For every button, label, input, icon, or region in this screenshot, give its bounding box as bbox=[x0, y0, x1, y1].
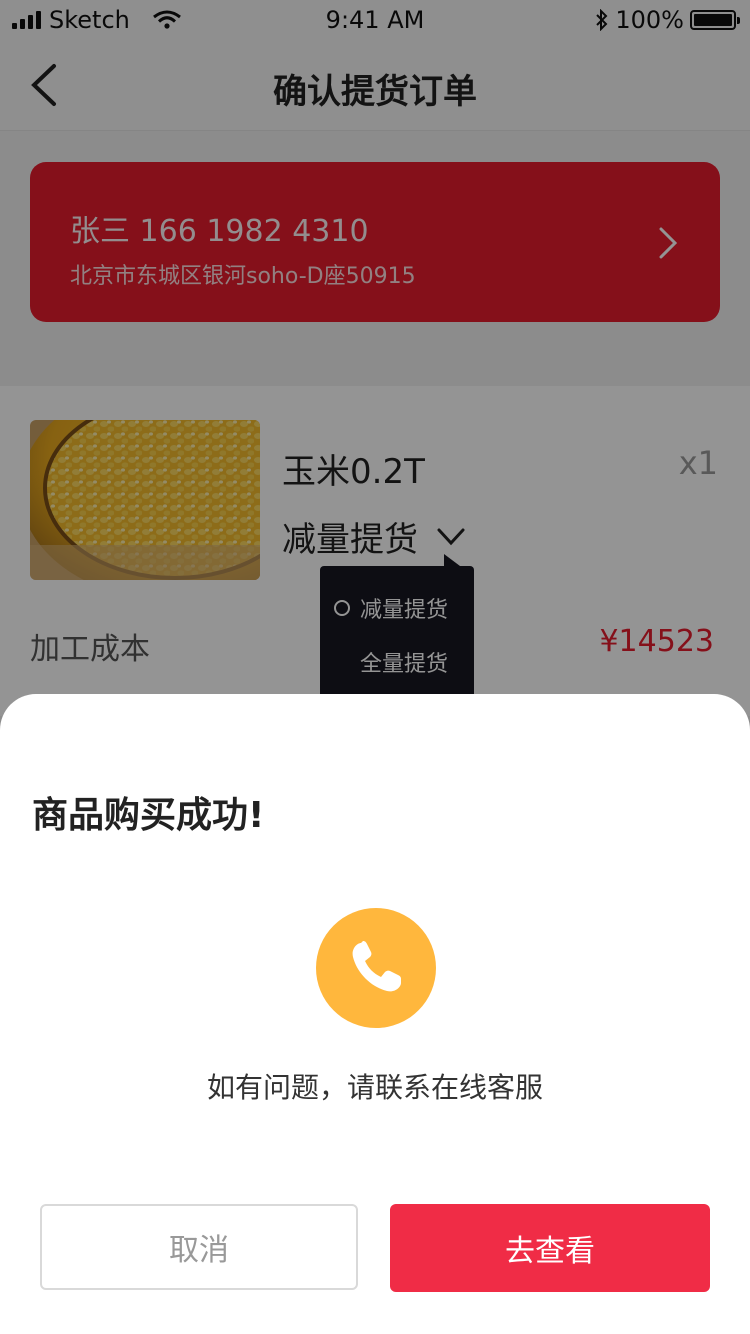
sheet-title: 商品购买成功! bbox=[32, 795, 265, 836]
purchase-success-sheet: 商品购买成功! 如有问题，请联系在线客服 取消 去查看 bbox=[0, 694, 750, 1334]
phone-icon bbox=[316, 908, 436, 1028]
contact-support-message: 如有问题，请联系在线客服 bbox=[206, 1071, 543, 1104]
cancel-button[interactable]: 取消 bbox=[40, 1204, 358, 1290]
view-order-button[interactable]: 去查看 bbox=[390, 1204, 710, 1292]
